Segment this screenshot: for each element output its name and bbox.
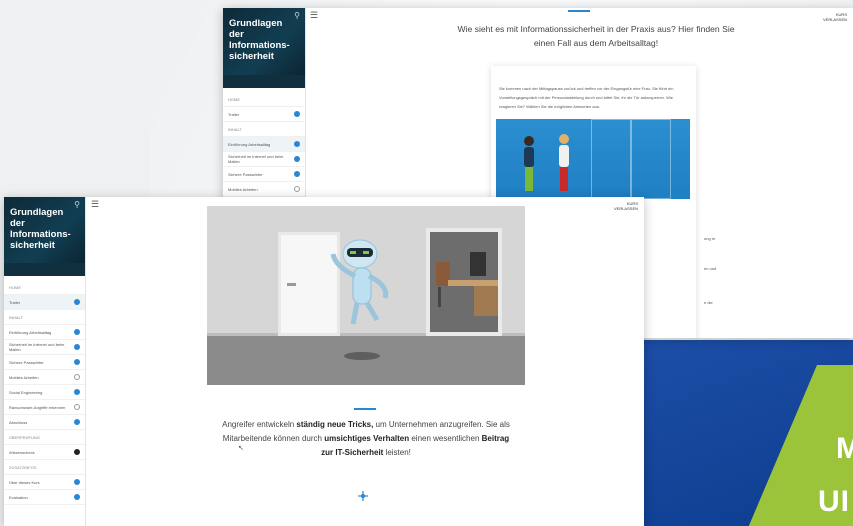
sidebar-item[interactable]: Sichere Passwörter [4,355,85,370]
sidebar-section-heading: INHALT [4,310,85,325]
sidebar-item[interactable]: Evaluation [4,490,85,505]
course-title: Grundlagen der Informations-sicherheit [10,207,71,251]
sidebar-item[interactable]: Abschluss [4,415,85,430]
lesson-content: Angreifer entwickeln ständig neue Tricks… [86,197,644,526]
progress-complete-icon [74,389,80,395]
promo-letter-fragment: UI [818,485,850,518]
progress-complete-icon [294,111,300,117]
search-icon[interactable]: ⚲ [294,11,300,20]
mouse-cursor-icon: ↖ [238,445,244,452]
lesson-heading: Wie sieht es mit Informationssicherheit … [457,24,735,48]
sidebar-item-label: INHALT [228,126,242,132]
accent-line [354,408,376,410]
sidebar-item[interactable]: Sicherheit im Internet und beim Mailen [4,340,85,355]
side-text-fragment: en und [704,266,717,271]
sidebar-item-label: HOME [228,96,240,102]
sidebar-item-label: Trailer [9,299,21,305]
sidebar-item-label: Mobiles Arbeiten [228,186,258,192]
sidebar-item[interactable]: Wissenscheck [4,445,85,460]
sidebar-item[interactable]: Trailer [223,107,305,122]
sidebar-nav: HOME Trailer INHALT Einführung Arbeitsallta… [4,276,85,505]
progress-pending-icon [74,374,80,380]
progress-complete-icon [74,419,80,425]
sidebar-item-label: Sicherheit im Internet und beim Mailen [9,342,65,352]
sidebar-item-label: HOME [9,284,21,290]
sidebar-item-label: Über dieses Kurs [9,479,40,485]
sidebar-item-label: ZUSATZINFOS [9,464,37,470]
robot-illustration [207,206,525,385]
progress-complete-icon [74,449,80,455]
sidebar-item-label: Sichere Passwörter [9,359,44,365]
progress-complete-icon [294,141,300,147]
sidebar-section-heading: INHALT [223,122,305,137]
sidebar-item[interactable]: Ransomware-Angriffe erkennen [4,400,85,415]
sidebar-item[interactable]: Mobiles Arbeiten [223,182,305,197]
sidebar-item-label: Wissenscheck [9,449,35,455]
sidebar-item-label: INHALT [9,314,23,320]
sidebar-nav: HOME Trailer INHALT Einführung Arbeitsallta… [223,88,305,197]
robot-shadow [344,352,380,360]
progress-pending-icon [294,186,300,192]
sidebar-item-label: ÜBERPRÜFUNG [9,434,40,440]
sidebar-item-label: Evaluation [9,494,28,500]
progress-complete-icon [294,171,300,177]
sidebar-item-label: Trailer [228,111,240,117]
progress-complete-icon [294,156,300,162]
progress-label [223,75,305,88]
progress-complete-icon [74,344,80,350]
sidebar-item-label: Einführung Arbeitsalltag [9,329,52,335]
continue-icon[interactable] [357,490,369,502]
promo-letter-fragment: M [836,432,853,465]
sidebar-item-label: Sicherheit im Internet und beim Mailen [228,154,284,164]
lesson-message: Angreifer entwickeln ständig neue Tricks… [222,420,510,457]
sidebar-item-label: Ransomware-Angriffe erkennen [9,404,66,410]
sidebar-header: Grundlagen der Informations-sicherheit ⚲ [4,197,85,263]
sidebar-section-heading: ÜBERPRÜFUNG [4,430,85,445]
sidebar-section-heading: HOME [223,92,305,107]
side-text-fragment: ung m [704,236,716,241]
sidebar-item-label: Sichere Passwörter [228,171,263,177]
sidebar-item[interactable]: Mobiles Arbeiten [4,370,85,385]
progress-label [4,263,85,276]
sidebar-section-heading: ZUSATZINFOS [4,460,85,475]
sidebar-item-label: Mobiles Arbeiten [9,374,39,380]
sidebar-item-label: Abschluss [9,419,28,425]
sidebar-item-label: Einführung Arbeitsalltag [228,141,271,147]
progress-complete-icon [74,299,80,305]
scenario-illustration [496,119,690,199]
progress-complete-icon [74,329,80,335]
sidebar-item[interactable]: Einführung Arbeitsalltag [4,325,85,340]
sidebar-header: Grundlagen der Informations-sicherheit ⚲ [223,8,305,75]
sidebar-item[interactable]: Sichere Passwörter [223,167,305,182]
scenario-text: Sie kommen nach der Mittagspause zurück … [499,86,674,109]
progress-pending-icon [74,404,80,410]
course-sidebar: Grundlagen der Informations-sicherheit ⚲… [4,197,86,526]
accent-line [568,10,590,12]
sidebar-item-label: Social Engineering [9,389,43,395]
sidebar-item[interactable]: Trailer [4,295,85,310]
course-window-front: Grundlagen der Informations-sicherheit ⚲… [4,197,644,526]
course-title: Grundlagen der Informations-sicherheit [229,18,290,62]
progress-complete-icon [74,479,80,485]
sidebar-item[interactable]: Social Engineering [4,385,85,400]
sidebar-item[interactable]: Sicherheit im Internet und beim Mailen [223,152,305,167]
search-icon[interactable]: ⚲ [74,200,80,209]
sidebar-item[interactable]: Über dieses Kurs [4,475,85,490]
side-text-fragment: e die [704,300,713,305]
progress-complete-icon [74,359,80,365]
sidebar-section-heading: HOME [4,280,85,295]
progress-complete-icon [74,494,80,500]
sidebar-item[interactable]: Einführung Arbeitsalltag [223,137,305,152]
